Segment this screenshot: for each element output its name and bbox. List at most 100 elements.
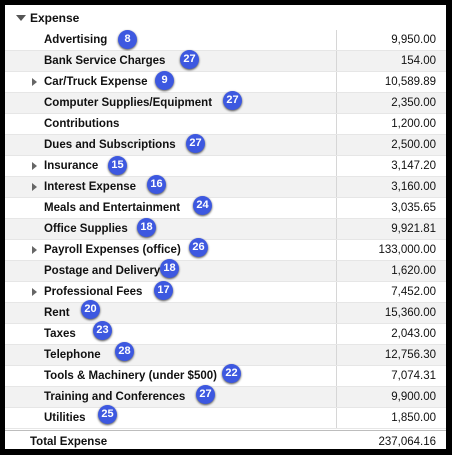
table-row[interactable]: Contributions 1,200.00 xyxy=(5,114,446,135)
total-amount: 237,064.16 xyxy=(378,436,436,448)
column-divider xyxy=(336,156,337,176)
account-amount: 1,850.00 xyxy=(391,412,436,424)
step-number-badge: 8 xyxy=(118,30,137,49)
account-label: Professional Fees xyxy=(44,286,143,298)
table-row[interactable]: Utilities 1,850.00 25 xyxy=(5,405,446,429)
step-number-badge: 25 xyxy=(98,405,117,424)
column-divider xyxy=(336,198,337,218)
account-amount: 12,756.30 xyxy=(384,349,436,361)
account-label: Advertising xyxy=(44,34,108,46)
account-label: Dues and Subscriptions xyxy=(44,139,176,151)
account-label: Taxes xyxy=(44,328,76,340)
column-divider xyxy=(336,366,337,386)
account-amount: 2,500.00 xyxy=(391,139,436,151)
table-row[interactable]: Rent 15,360.00 20 xyxy=(5,300,446,324)
column-divider xyxy=(336,282,337,302)
expense-rows: Advertising 9,950.00 8 Bank Service Charges… xyxy=(5,30,446,429)
account-amount: 15,360.00 xyxy=(384,307,436,319)
step-number-badge: 24 xyxy=(193,196,212,215)
account-amount: 2,350.00 xyxy=(391,97,436,109)
total-row: Total Expense 237,064.16 xyxy=(5,430,446,449)
step-number-badge: 28 xyxy=(115,342,134,361)
account-label: Utilities xyxy=(44,412,86,424)
step-number-badge: 27 xyxy=(186,134,205,153)
expand-triangle-icon[interactable] xyxy=(32,78,37,86)
column-divider xyxy=(336,345,337,365)
column-divider xyxy=(336,408,337,428)
account-amount: 133,000.00 xyxy=(378,244,436,256)
table-row[interactable]: Dues and Subscriptions 2,500.00 27 xyxy=(5,134,446,156)
table-row[interactable]: Taxes 2,043.00 23 xyxy=(5,321,446,345)
account-label: Rent xyxy=(44,307,70,319)
account-label: Contributions xyxy=(44,118,120,130)
expand-triangle-icon[interactable] xyxy=(32,183,37,191)
table-row[interactable]: Telephone 12,756.30 28 xyxy=(5,342,446,366)
table-row[interactable]: Bank Service Charges 154.00 27 xyxy=(5,50,446,72)
total-label: Total Expense xyxy=(30,436,108,448)
column-divider xyxy=(336,219,337,239)
column-divider xyxy=(336,324,337,344)
column-divider xyxy=(336,93,337,113)
account-amount: 3,035.65 xyxy=(391,202,436,214)
step-number-badge: 18 xyxy=(137,218,156,237)
account-amount: 9,921.81 xyxy=(391,223,436,235)
expand-triangle-icon[interactable] xyxy=(32,288,37,296)
step-number-badge: 20 xyxy=(81,300,100,319)
table-row[interactable]: Training and Conferences 9,900.00 27 xyxy=(5,385,446,408)
account-amount: 7,074.31 xyxy=(391,370,436,382)
account-amount: 1,200.00 xyxy=(391,118,436,130)
step-number-badge: 26 xyxy=(189,238,208,257)
step-number-badge: 27 xyxy=(223,91,242,110)
step-number-badge: 27 xyxy=(180,50,199,69)
column-divider xyxy=(336,177,337,197)
step-number-badge: 17 xyxy=(154,281,173,300)
step-number-badge: 16 xyxy=(147,175,166,194)
account-amount: 2,043.00 xyxy=(391,328,436,340)
step-number-badge: 23 xyxy=(93,321,112,340)
account-amount: 3,160.00 xyxy=(391,181,436,193)
account-label: Tools & Machinery (under $500) xyxy=(44,370,217,382)
table-row[interactable]: Computer Supplies/Equipment 2,350.00 27 xyxy=(5,91,446,114)
column-divider xyxy=(336,387,337,407)
expense-section-header[interactable]: Expense xyxy=(5,9,446,29)
step-number-badge: 15 xyxy=(108,156,127,175)
table-row[interactable]: Professional Fees 7,452.00 17 xyxy=(5,281,446,303)
account-label: Payroll Expenses (office) xyxy=(44,244,181,256)
column-divider xyxy=(336,72,337,92)
account-label: Training and Conferences xyxy=(44,391,186,403)
column-divider xyxy=(336,303,337,323)
report-frame: Expense Advertising 9,950.00 8 Bank Service… xyxy=(0,0,452,455)
account-label: Postage and Delivery xyxy=(44,265,161,277)
table-row[interactable]: Payroll Expenses (office) 133,000.00 26 xyxy=(5,238,446,261)
account-label: Office Supplies xyxy=(44,223,128,235)
account-amount: 3,147.20 xyxy=(391,160,436,172)
table-row[interactable]: Postage and Delivery 1,620.00 18 xyxy=(5,259,446,282)
table-row[interactable]: Advertising 9,950.00 8 xyxy=(5,30,446,51)
account-amount: 9,900.00 xyxy=(391,391,436,403)
step-number-badge: 9 xyxy=(155,71,174,90)
step-number-badge: 18 xyxy=(160,259,179,278)
step-number-badge: 22 xyxy=(222,364,241,383)
table-row[interactable]: Tools & Machinery (under $500) 7,074.31 22 xyxy=(5,364,446,387)
column-divider xyxy=(336,261,337,281)
expand-triangle-icon[interactable] xyxy=(32,162,37,170)
account-label: Car/Truck Expense xyxy=(44,76,148,88)
collapse-triangle-icon[interactable] xyxy=(16,15,26,21)
table-row[interactable]: Car/Truck Expense 10,589.89 9 xyxy=(5,71,446,93)
account-amount: 10,589.89 xyxy=(384,76,436,88)
account-label: Bank Service Charges xyxy=(44,55,166,67)
account-amount: 1,620.00 xyxy=(391,265,436,277)
table-row[interactable]: Office Supplies 9,921.81 18 xyxy=(5,218,446,240)
table-row[interactable]: Insurance 3,147.20 15 xyxy=(5,156,446,177)
table-row[interactable]: Meals and Entertainment 3,035.65 24 xyxy=(5,196,446,219)
account-amount: 9,950.00 xyxy=(391,34,436,46)
table-row[interactable]: Interest Expense 3,160.00 16 xyxy=(5,175,446,198)
column-divider xyxy=(336,135,337,155)
account-label: Computer Supplies/Equipment xyxy=(44,97,213,109)
account-amount: 154.00 xyxy=(400,55,436,67)
expand-triangle-icon[interactable] xyxy=(32,246,37,254)
column-divider xyxy=(336,30,337,50)
account-label: Interest Expense xyxy=(44,181,137,193)
account-label: Telephone xyxy=(44,349,101,361)
section-title: Expense xyxy=(30,11,80,25)
